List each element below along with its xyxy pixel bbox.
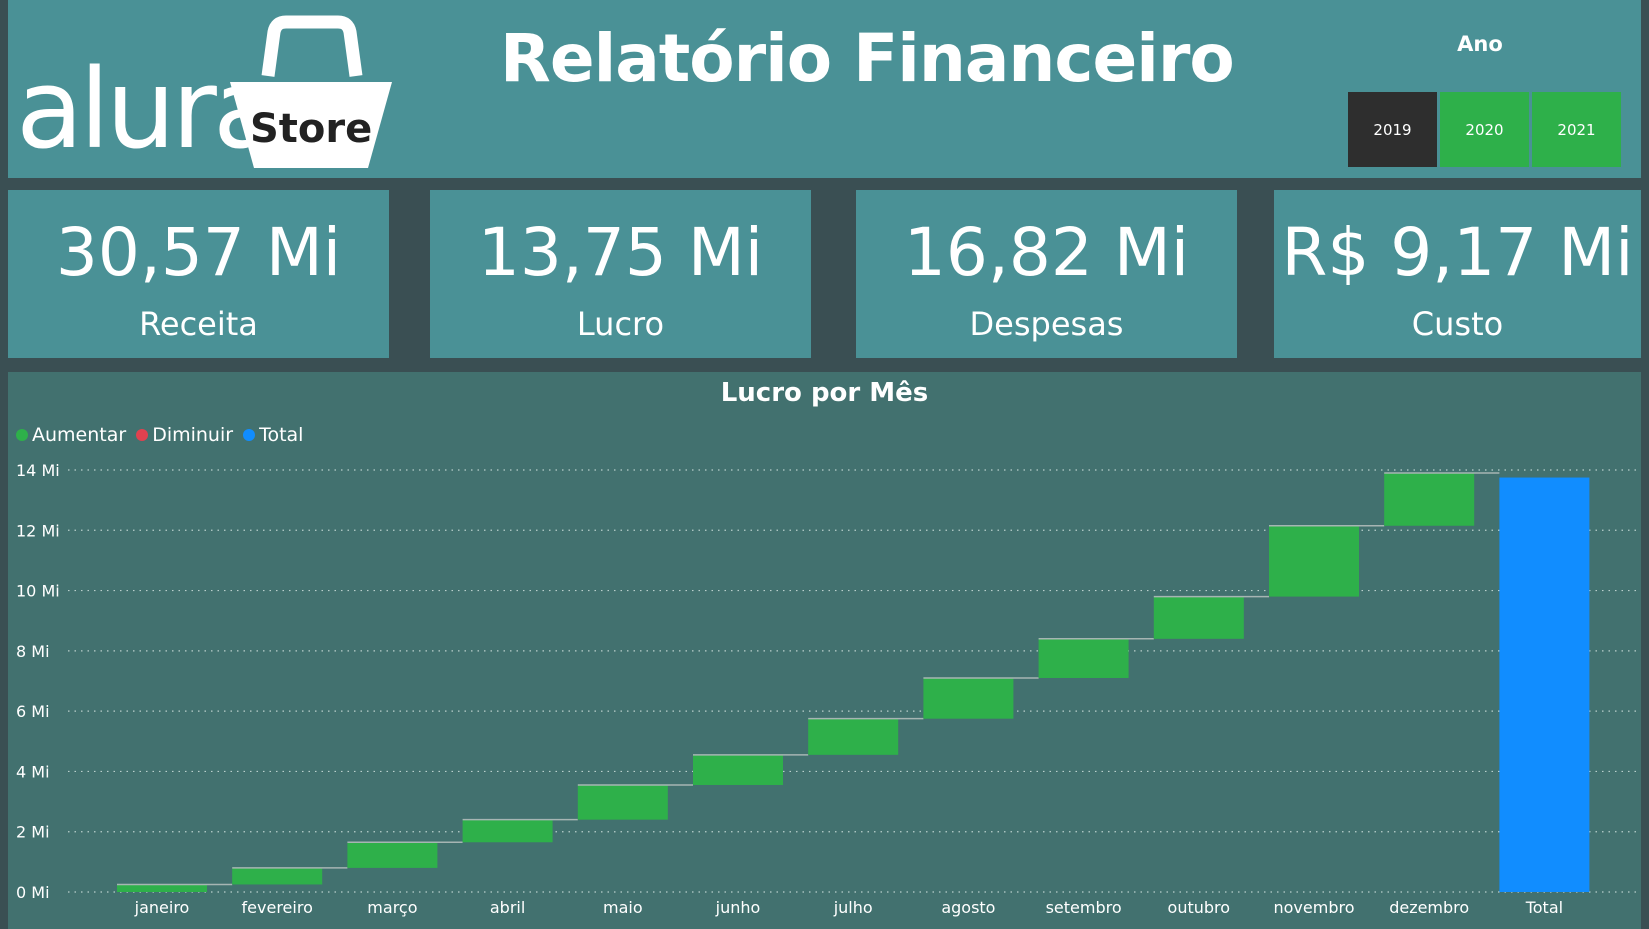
waterfall-bar [1269,525,1359,597]
x-tick-label: julho [833,898,873,917]
x-tick-label: Total [1525,898,1563,917]
x-tick-label: janeiro [134,898,190,917]
year-button-2020[interactable]: 2020 [1440,92,1529,167]
y-tick-label: 2 Mi [16,823,50,842]
page-title: Relatório Financeiro [500,20,1235,97]
kpi-label: Despesas [969,305,1124,343]
lucro-por-mes-chart[interactable]: Lucro por Mês Aumentar Diminuir Total 0 … [8,372,1641,929]
y-tick-label: 10 Mi [16,582,60,601]
x-tick-label: abril [490,898,525,917]
x-tick-label: setembro [1046,898,1122,917]
y-tick-label: 0 Mi [16,883,50,902]
x-tick-label: junho [715,898,761,917]
alura-store-logo: alura Store [12,10,392,170]
waterfall-bar [347,842,438,868]
waterfall-bar [1038,638,1129,678]
kpi-label: Custo [1411,305,1504,343]
kpi-value: 16,82 Mi [903,214,1190,291]
waterfall-bar [693,754,783,785]
waterfall-bar [808,718,899,755]
total-bar [1499,477,1590,892]
year-button-2019[interactable]: 2019 [1348,92,1437,167]
waterfall-bar [923,677,1014,719]
x-tick-label: dezembro [1389,898,1469,917]
kpi-card-lucro[interactable]: 13,75 Mi Lucro [430,190,811,358]
x-tick-label: março [367,898,417,917]
x-tick-label: outubro [1168,898,1231,917]
kpi-value: R$ 9,17 Mi [1281,214,1634,291]
kpi-label: Receita [139,305,258,343]
y-tick-label: 12 Mi [16,521,60,540]
y-tick-label: 6 Mi [16,702,50,721]
kpi-card-receita[interactable]: 30,57 Mi Receita [8,190,389,358]
header-banner: alura Store Relatório Financeiro Ano 201… [8,0,1641,178]
x-tick-label: maio [603,898,643,917]
year-slicer-label: Ano [1457,32,1503,56]
waterfall-bar [1153,596,1244,639]
kpi-card-custo[interactable]: R$ 9,17 Mi Custo [1274,190,1641,358]
year-button-2021[interactable]: 2021 [1532,92,1621,167]
x-tick-label: agosto [941,898,995,917]
logo-store-badge: Store [250,106,373,152]
y-tick-label: 4 Mi [16,762,50,781]
waterfall-bar [232,867,323,885]
year-slicer: 2019 2020 2021 [1348,92,1621,167]
waterfall-bar [1384,473,1475,526]
waterfall-bar [117,884,207,892]
kpi-value: 13,75 Mi [477,214,764,291]
x-tick-label: fevereiro [242,898,313,917]
waterfall-bar [462,819,553,843]
waterfall-bar [577,784,668,820]
y-tick-label: 8 Mi [16,642,50,661]
kpi-value: 30,57 Mi [55,214,342,291]
waterfall-chart-svg: 0 Mi 2 Mi 4 Mi 6 Mi 8 Mi 10 Mi 12 Mi 14 Mi janei… [16,461,1638,917]
y-tick-label: 14 Mi [16,461,60,480]
kpi-label: Lucro [576,305,665,343]
kpi-card-despesas[interactable]: 16,82 Mi Despesas [856,190,1237,358]
x-tick-label: novembro [1274,898,1355,917]
